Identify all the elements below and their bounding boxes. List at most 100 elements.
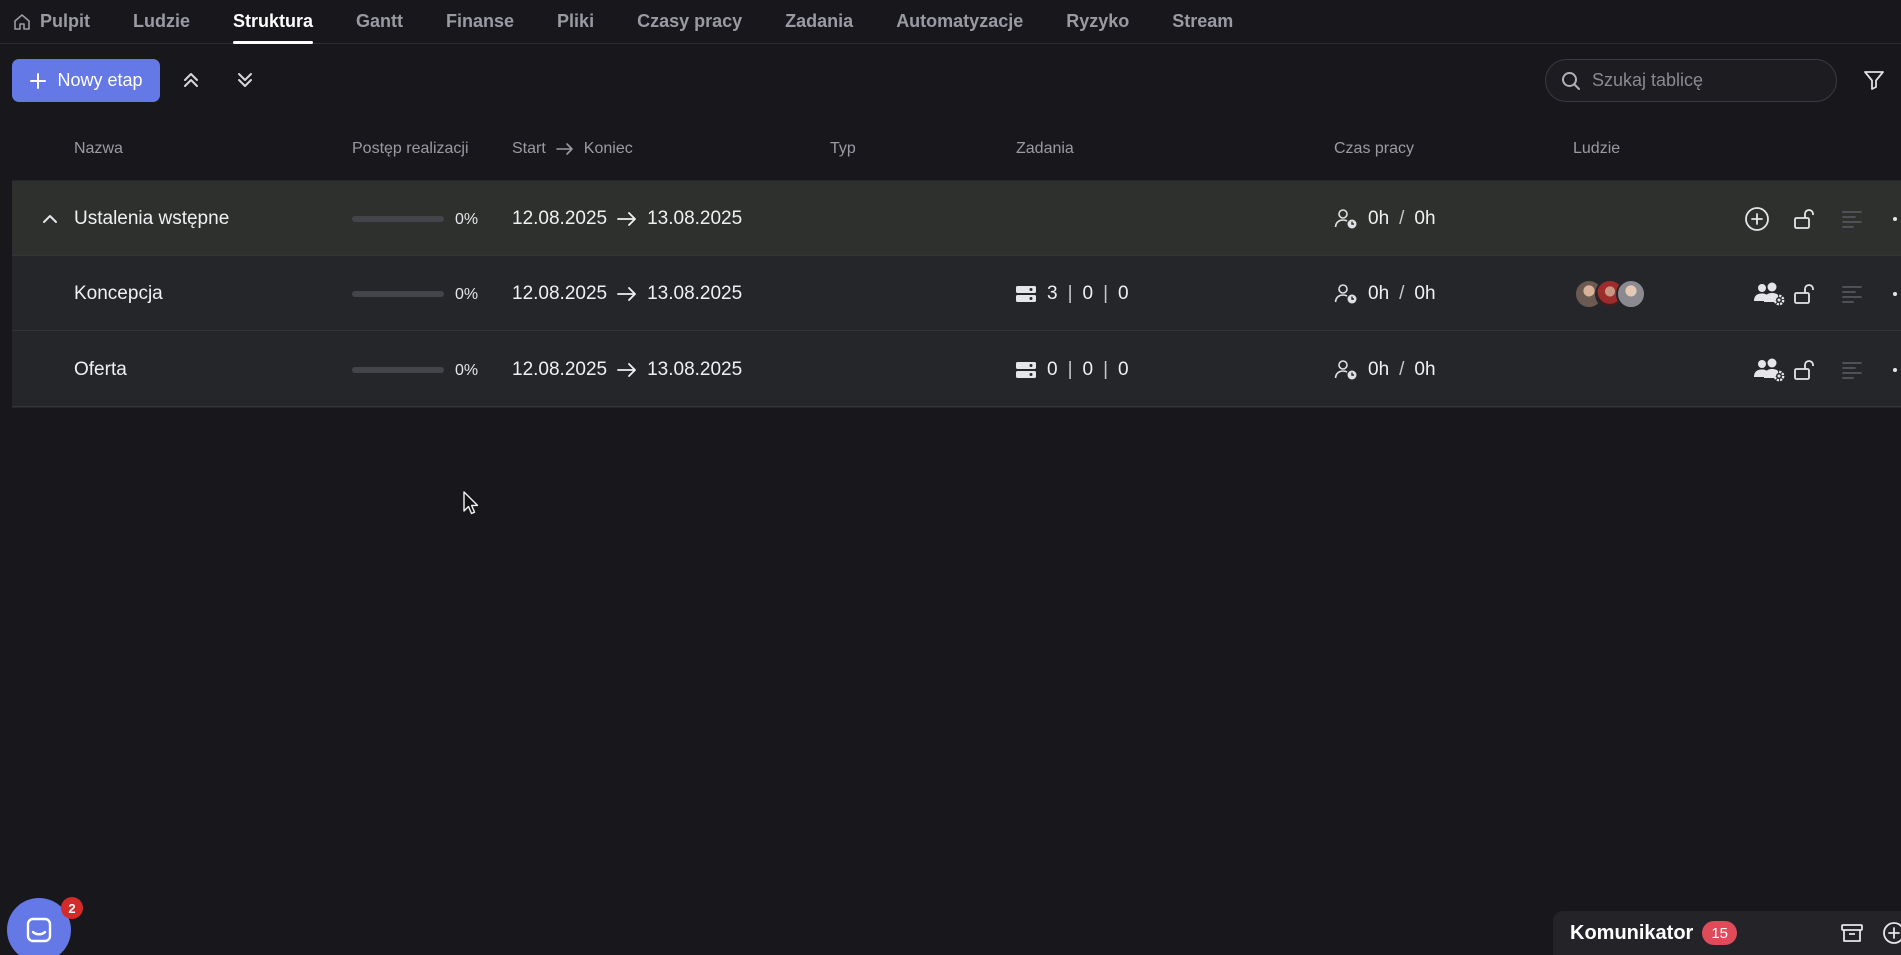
header-label: Typ	[830, 140, 856, 157]
progress-bar	[352, 215, 444, 222]
search-icon	[1560, 70, 1582, 92]
tab-pulpit[interactable]: Pulpit	[12, 0, 90, 44]
tab-label: Ryzyko	[1066, 11, 1130, 31]
separator: |	[1067, 282, 1073, 304]
tab-ludzie[interactable]: Ludzie	[133, 0, 190, 44]
tab-zadania[interactable]: Zadania	[785, 0, 853, 44]
people-avatars[interactable]	[1574, 256, 1646, 331]
header-people: Ludzie	[1573, 140, 1620, 158]
header-label: Zadania	[1016, 140, 1074, 157]
tab-label: Finanse	[446, 11, 515, 31]
row-name[interactable]: Ustalenia wstępne	[74, 181, 229, 256]
manage-people-button[interactable]	[1753, 256, 1785, 331]
chat-notification-badge: 2	[61, 897, 83, 919]
new-stage-label: Nowy etap	[57, 70, 143, 90]
tasks-count-b: 0	[1082, 358, 1094, 380]
header-progress: Postęp realizacji	[352, 140, 469, 158]
user-clock-icon	[1334, 208, 1358, 230]
lock-button[interactable]	[1792, 181, 1816, 256]
tasks-icon	[1015, 361, 1037, 379]
progress-text: 0%	[455, 286, 479, 303]
new-stage-button[interactable]: Nowy etap	[12, 59, 160, 102]
table-row[interactable]: Oferta 0% 12.08.2025 13.08.2025 0 | 0 | …	[12, 332, 1901, 407]
collapse-group-button[interactable]	[40, 181, 60, 256]
details-button[interactable]	[1841, 256, 1863, 331]
table-row[interactable]: Koncepcja 0% 12.08.2025 13.08.2025 3 | 0…	[12, 256, 1901, 331]
filter-icon	[1862, 68, 1886, 92]
arrow-right-icon	[617, 211, 637, 227]
mouse-cursor-icon	[462, 490, 480, 516]
tab-label: Pulpit	[40, 11, 90, 31]
more-icon	[1892, 291, 1901, 297]
tab-czasy-pracy[interactable]: Czasy pracy	[637, 0, 742, 44]
user-clock-icon	[1334, 359, 1358, 381]
search-input[interactable]	[1592, 70, 1822, 91]
lock-button[interactable]	[1792, 256, 1816, 331]
details-button[interactable]	[1841, 181, 1863, 256]
details-button[interactable]	[1841, 332, 1863, 407]
header-label: Koniec	[583, 140, 633, 157]
align-left-icon	[1841, 208, 1863, 230]
tab-pliki[interactable]: Pliki	[557, 0, 594, 44]
top-navigation: Pulpit Ludzie Struktura Gantt Finanse Pl…	[0, 0, 1901, 44]
tab-label: Zadania	[785, 11, 854, 31]
separator: |	[1067, 358, 1073, 380]
users-gear-icon	[1753, 357, 1785, 383]
expand-all-button[interactable]	[230, 65, 260, 95]
more-button[interactable]	[1892, 332, 1901, 407]
row-name[interactable]: Koncepcja	[74, 256, 163, 331]
header-name: Nazwa	[74, 140, 123, 158]
separator: /	[1399, 282, 1405, 304]
date-range: 12.08.2025 13.08.2025	[512, 332, 742, 407]
lock-button[interactable]	[1792, 332, 1816, 407]
komunikator-panel[interactable]: Komunikator 15	[1553, 911, 1901, 955]
more-button[interactable]	[1892, 181, 1901, 256]
table-row-group[interactable]: Ustalenia wstępne 0% 12.08.2025 13.08.20…	[12, 181, 1901, 256]
more-button[interactable]	[1892, 256, 1901, 331]
end-date: 13.08.2025	[647, 207, 743, 229]
tab-finanse[interactable]: Finanse	[446, 0, 514, 44]
separator: /	[1399, 358, 1405, 380]
tab-label: Stream	[1172, 11, 1234, 31]
worked-hours: 0h	[1368, 358, 1390, 380]
end-date: 13.08.2025	[647, 282, 743, 304]
chevron-up-icon	[40, 209, 60, 229]
align-left-icon	[1841, 359, 1863, 381]
home-icon	[12, 12, 32, 32]
align-left-icon	[1841, 283, 1863, 305]
header-worktime: Czas pracy	[1334, 140, 1414, 158]
progress-text: 0%	[455, 211, 479, 228]
row-name[interactable]: Oferta	[74, 332, 127, 407]
tab-label: Automatyzacje	[896, 11, 1024, 31]
add-circle-icon[interactable]	[1882, 921, 1901, 945]
progress: 0%	[352, 181, 478, 256]
plus-icon	[29, 72, 47, 90]
add-substage-button[interactable]	[1744, 181, 1770, 256]
planned-hours: 0h	[1414, 282, 1436, 304]
task-counts[interactable]: 3 | 0 | 0	[1015, 256, 1129, 331]
task-counts[interactable]: 0 | 0 | 0	[1015, 332, 1129, 407]
tab-label: Ludzie	[133, 11, 190, 31]
tab-ryzyko[interactable]: Ryzyko	[1066, 0, 1129, 44]
manage-people-button[interactable]	[1753, 332, 1785, 407]
search-board	[1545, 59, 1837, 102]
arrow-right-icon	[617, 362, 637, 378]
header-type: Typ	[830, 140, 856, 158]
archive-icon[interactable]	[1840, 921, 1864, 945]
date-range: 12.08.2025 13.08.2025	[512, 181, 742, 256]
tab-automatyzacje[interactable]: Automatyzacje	[896, 0, 1023, 44]
avatar[interactable]	[1616, 278, 1646, 309]
start-date: 12.08.2025	[512, 358, 608, 380]
filter-button[interactable]	[1859, 65, 1889, 95]
tab-label: Gantt	[356, 11, 404, 31]
tab-label: Struktura	[233, 11, 314, 31]
tasks-count-a: 3	[1047, 282, 1058, 304]
progress-text: 0%	[455, 362, 479, 379]
users-gear-icon	[1753, 281, 1785, 307]
worked-hours: 0h	[1368, 207, 1390, 229]
tab-gantt[interactable]: Gantt	[356, 0, 403, 44]
tab-struktura[interactable]: Struktura	[233, 0, 314, 44]
tab-stream[interactable]: Stream	[1172, 0, 1233, 44]
collapse-all-button[interactable]	[176, 65, 206, 95]
chat-icon	[24, 915, 54, 945]
